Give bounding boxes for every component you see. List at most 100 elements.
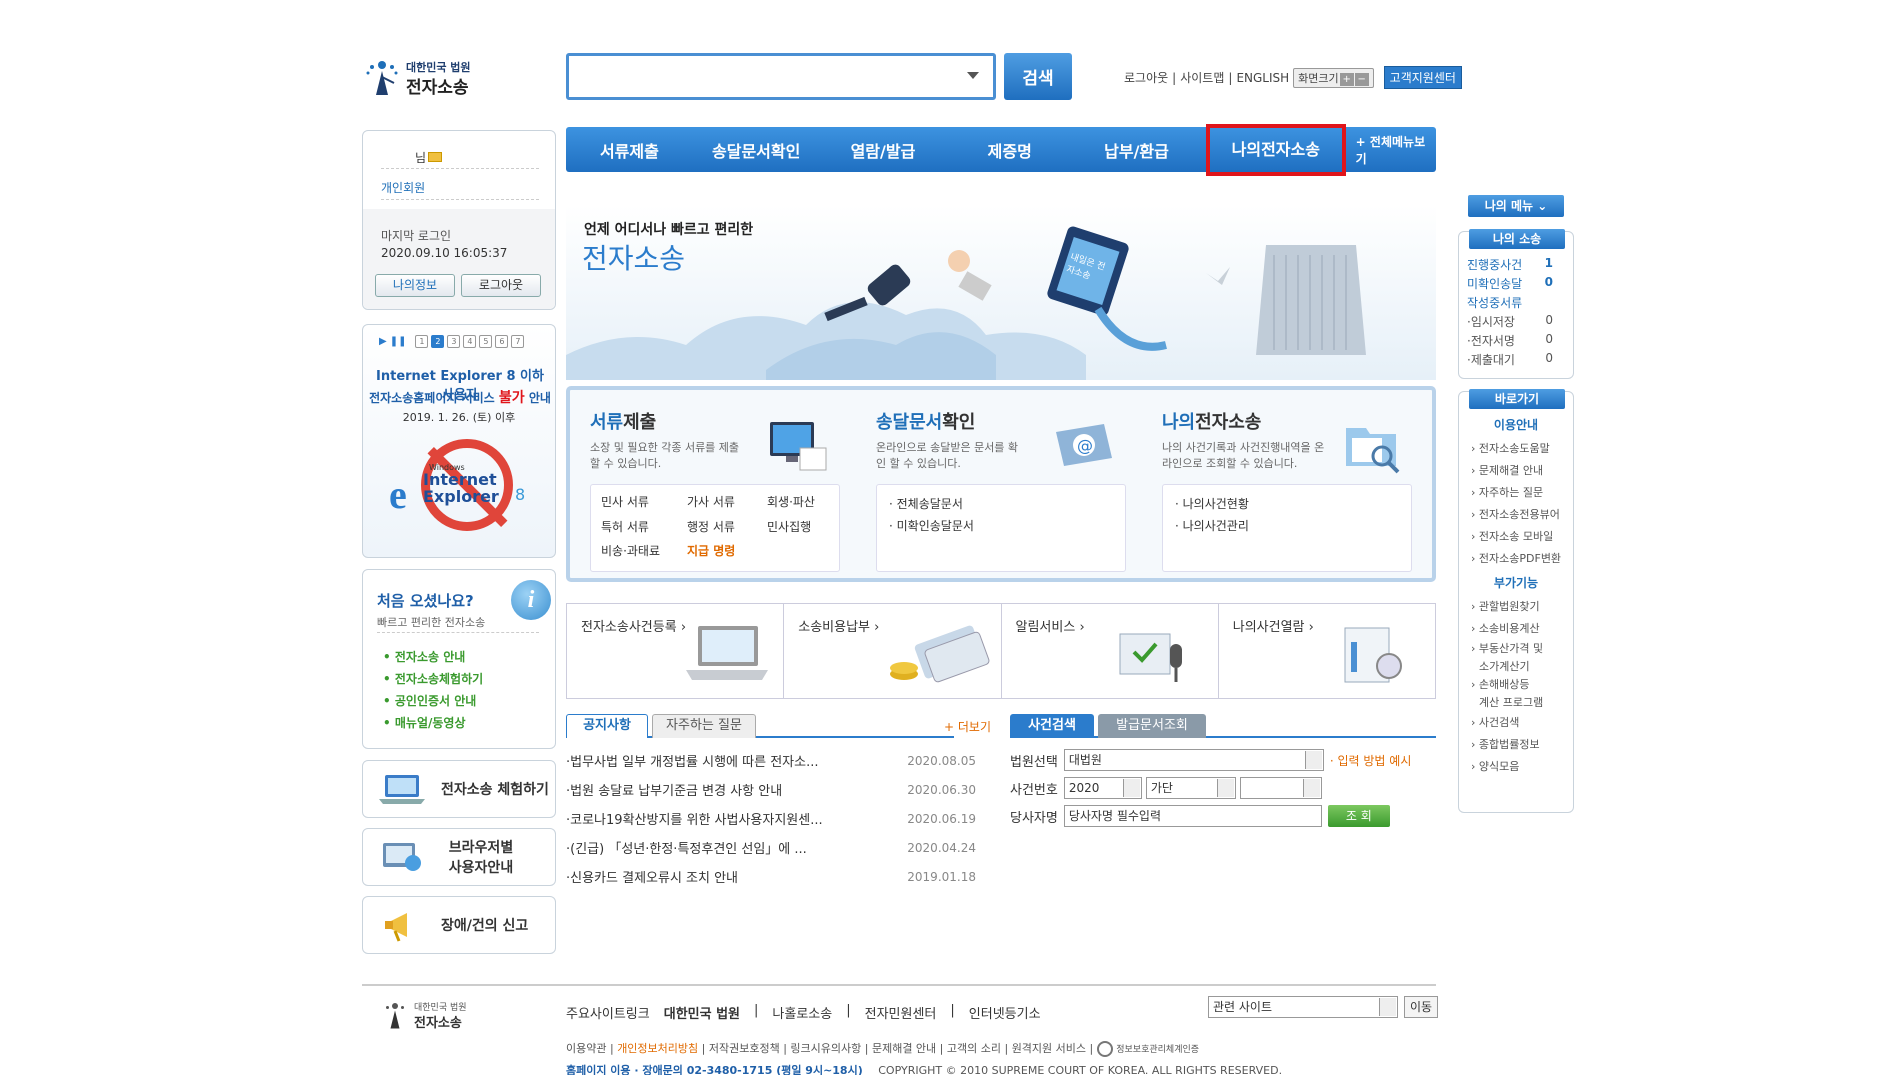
nav-delivery-check[interactable]: 송달문서확인 bbox=[693, 138, 820, 162]
extra-link-forms[interactable]: › 양식모음 bbox=[1459, 756, 1573, 778]
item-patent[interactable]: 특허 서류 bbox=[601, 516, 687, 541]
item-nonlitigation[interactable]: 비송·과태료 bbox=[601, 540, 687, 565]
ie-notice-banner[interactable]: ▶ ❚❚ 1 2 3 4 5 6 7 Internet Explorer 8 이… bbox=[362, 324, 556, 558]
logout-link[interactable]: 로그아웃 bbox=[1124, 69, 1168, 86]
nav-certificates[interactable]: 제증명 bbox=[946, 138, 1073, 162]
case-type-select[interactable]: 가단 bbox=[1145, 777, 1236, 799]
court-select[interactable]: 대법원 bbox=[1063, 749, 1324, 771]
item-all-delivery[interactable]: · 전체송달문서 bbox=[889, 493, 1113, 515]
notice-row[interactable]: ·코로나19확산방지를 위한 사법사용자지원센... 2020.06.19 bbox=[566, 804, 976, 833]
footer-link-self-litigation[interactable]: 나홀로소송 bbox=[772, 1003, 832, 1022]
english-link[interactable]: ENGLISH bbox=[1236, 71, 1289, 85]
guide-link-viewer[interactable]: › 전자소송전용뷰어 bbox=[1459, 504, 1573, 526]
pager-dot[interactable]: 3 bbox=[447, 335, 461, 348]
guide-link-mobile[interactable]: › 전자소송 모바일 bbox=[1459, 526, 1573, 548]
sitemap-link[interactable]: 사이트맵 bbox=[1180, 69, 1224, 86]
footer-troubleshoot[interactable]: 문제해결 안내 bbox=[872, 1042, 936, 1055]
item-bankruptcy[interactable]: 회생·파산 bbox=[767, 491, 847, 516]
case-number-input[interactable] bbox=[1239, 777, 1322, 799]
extra-link-property-2[interactable]: 소가계산기 bbox=[1459, 658, 1573, 676]
pager-dot[interactable]: 1 bbox=[415, 335, 429, 348]
footer-terms[interactable]: 이용약관 bbox=[566, 1042, 606, 1055]
go-button[interactable]: 이동 bbox=[1404, 996, 1439, 1018]
guide-link-pdf[interactable]: › 전자소송PDF변환 bbox=[1459, 548, 1573, 570]
court-logo[interactable]: 대한민국 법원 전자소송 bbox=[362, 57, 482, 99]
my-case-row[interactable]: 진행중사건 1 bbox=[1459, 256, 1573, 275]
search-submit-button[interactable]: 조 회 bbox=[1327, 805, 1390, 827]
search-input[interactable] bbox=[566, 53, 996, 100]
service-submit[interactable]: 서류제출 소장 및 필요한 각종 서류를 제출할 수 있습니다. 민사 서류 가… bbox=[570, 390, 856, 578]
trial-button[interactable]: 전자소송 체험하기 bbox=[362, 760, 556, 818]
item-family[interactable]: 가사 서류 bbox=[687, 491, 767, 516]
trial-link[interactable]: • 전자소송체험하기 bbox=[383, 668, 483, 690]
nav-submit-documents[interactable]: 서류제출 bbox=[566, 138, 693, 162]
guide-link-faq[interactable]: › 자주하는 질문 bbox=[1459, 482, 1573, 504]
tab-issued-docs[interactable]: 발급문서조회 bbox=[1098, 714, 1206, 738]
item-payment-order[interactable]: 지급 명령 bbox=[687, 540, 767, 565]
nav-my-e-litigation[interactable]: 나의전자소송 bbox=[1205, 123, 1346, 176]
related-sites-select[interactable]: 관련 사이트 bbox=[1208, 996, 1398, 1018]
footer-link-notice[interactable]: 링크시유의사항 bbox=[790, 1042, 861, 1055]
pager-dot[interactable]: 5 bbox=[479, 335, 493, 348]
guide-link-troubleshoot[interactable]: › 문제해결 안내 bbox=[1459, 460, 1573, 482]
nav-view-issue[interactable]: 열람/발급 bbox=[820, 138, 947, 162]
service-delivery[interactable]: 송달문서확인 온라인으로 송달받은 문서를 확인 할 수 있습니다. @ · 전… bbox=[856, 390, 1142, 578]
pause-icon[interactable]: ❚❚ bbox=[390, 336, 407, 347]
notice-row[interactable]: ·신용카드 결제오류시 조치 안내 2019.01.18 bbox=[566, 862, 976, 891]
service-my-litigation[interactable]: 나의전자소송 나의 사건기록과 사건진행내역을 온라인으로 조회할 수 있습니다… bbox=[1142, 390, 1432, 578]
my-case-row[interactable]: ·제출대기 0 bbox=[1459, 351, 1573, 370]
extra-link-damages-2[interactable]: 계산 프로그램 bbox=[1459, 694, 1573, 712]
my-case-row[interactable]: ·임시저장 0 bbox=[1459, 313, 1573, 332]
tab-faq[interactable]: 자주하는 질문 bbox=[652, 714, 756, 738]
notice-row[interactable]: ·(긴급) 「성년·한정·특정후견인 선임」에 ... 2020.04.24 bbox=[566, 833, 976, 862]
logout-button[interactable]: 로그아웃 bbox=[461, 274, 541, 297]
all-menu-link[interactable]: + 전체메뉴보기 bbox=[1356, 133, 1436, 167]
my-menu-button[interactable]: 나의 메뉴 ⌄ bbox=[1468, 195, 1564, 217]
customer-center-button[interactable]: 고객지원센터 bbox=[1383, 66, 1462, 89]
browser-guide-button[interactable]: 브라우저별 사용자안내 bbox=[362, 828, 556, 886]
my-info-button[interactable]: 나의정보 bbox=[375, 274, 455, 297]
my-case-row[interactable]: 미확인송달 0 bbox=[1459, 275, 1573, 294]
item-unread-delivery[interactable]: · 미확인송달문서 bbox=[889, 515, 1113, 537]
zoom-out-button[interactable]: − bbox=[1354, 72, 1369, 86]
chevron-down-icon[interactable] bbox=[967, 72, 979, 79]
report-issue-button[interactable]: 장애/건의 신고 bbox=[362, 896, 556, 954]
my-case-row[interactable]: ·전자서명 0 bbox=[1459, 332, 1573, 351]
tab-notice[interactable]: 공지사항 bbox=[566, 714, 648, 738]
item-civil[interactable]: 민사 서류 bbox=[601, 491, 687, 516]
item-case-status[interactable]: · 나의사건현황 bbox=[1175, 493, 1399, 515]
guide-link[interactable]: • 전자소송 안내 bbox=[383, 646, 483, 668]
item-execution[interactable]: 민사집행 bbox=[767, 516, 847, 541]
extra-link-court-finder[interactable]: › 관할법원찾기 bbox=[1459, 596, 1573, 618]
party-name-input[interactable]: 당사자명 필수입력 bbox=[1063, 805, 1322, 827]
input-example-link[interactable]: · 입력 방법 예시 bbox=[1330, 752, 1412, 769]
extra-link-case-search[interactable]: › 사건검색 bbox=[1459, 712, 1573, 734]
footer-privacy[interactable]: 개인정보처리방침 bbox=[617, 1042, 698, 1055]
pager-dot[interactable]: 2 bbox=[431, 335, 445, 348]
guide-link-help[interactable]: › 전자소송도움말 bbox=[1459, 438, 1573, 460]
extra-link-damages[interactable]: › 손해배상등 bbox=[1459, 676, 1573, 694]
footer-feedback[interactable]: 고객의 소리 bbox=[947, 1042, 1001, 1055]
footer-link-civil-service[interactable]: 전자민원센터 bbox=[865, 1003, 937, 1022]
quick-notification[interactable]: 알림서비스 › bbox=[1002, 604, 1219, 698]
footer-link-main-sites[interactable]: 주요사이트링크 bbox=[566, 1003, 650, 1022]
item-admin[interactable]: 행정 서류 bbox=[687, 516, 767, 541]
footer-link-court[interactable]: 대한민국 법원 bbox=[664, 1003, 740, 1022]
more-link[interactable]: + 더보기 bbox=[944, 718, 991, 735]
tab-case-search[interactable]: 사건검색 bbox=[1010, 714, 1094, 738]
footer-remote-support[interactable]: 원격지원 서비스 bbox=[1012, 1042, 1086, 1055]
extra-link-legal-info[interactable]: › 종합법률정보 bbox=[1459, 734, 1573, 756]
nav-payment-refund[interactable]: 납부/환급 bbox=[1073, 138, 1200, 162]
manual-video-link[interactable]: • 매뉴얼/동영상 bbox=[383, 712, 483, 734]
footer-link-registry[interactable]: 인터넷등기소 bbox=[969, 1003, 1041, 1022]
search-button[interactable]: 검색 bbox=[1004, 53, 1072, 100]
notice-row[interactable]: ·법무사법 일부 개정법률 시행에 따른 전자소... 2020.08.05 bbox=[566, 746, 976, 775]
extra-link-property[interactable]: › 부동산가격 및 bbox=[1459, 640, 1573, 658]
envelope-icon[interactable] bbox=[428, 152, 443, 162]
quick-fee-payment[interactable]: 소송비용납부 › bbox=[784, 604, 1002, 698]
notice-row[interactable]: ·법원 송달료 납부기준금 변경 사항 안내 2020.06.30 bbox=[566, 775, 976, 804]
item-case-manage[interactable]: · 나의사건관리 bbox=[1175, 515, 1399, 537]
footer-copyright-policy[interactable]: 저작권보호정책 bbox=[709, 1042, 780, 1055]
certificate-guide-link[interactable]: • 공인인증서 안내 bbox=[383, 690, 483, 712]
pager-dot[interactable]: 7 bbox=[511, 335, 525, 348]
